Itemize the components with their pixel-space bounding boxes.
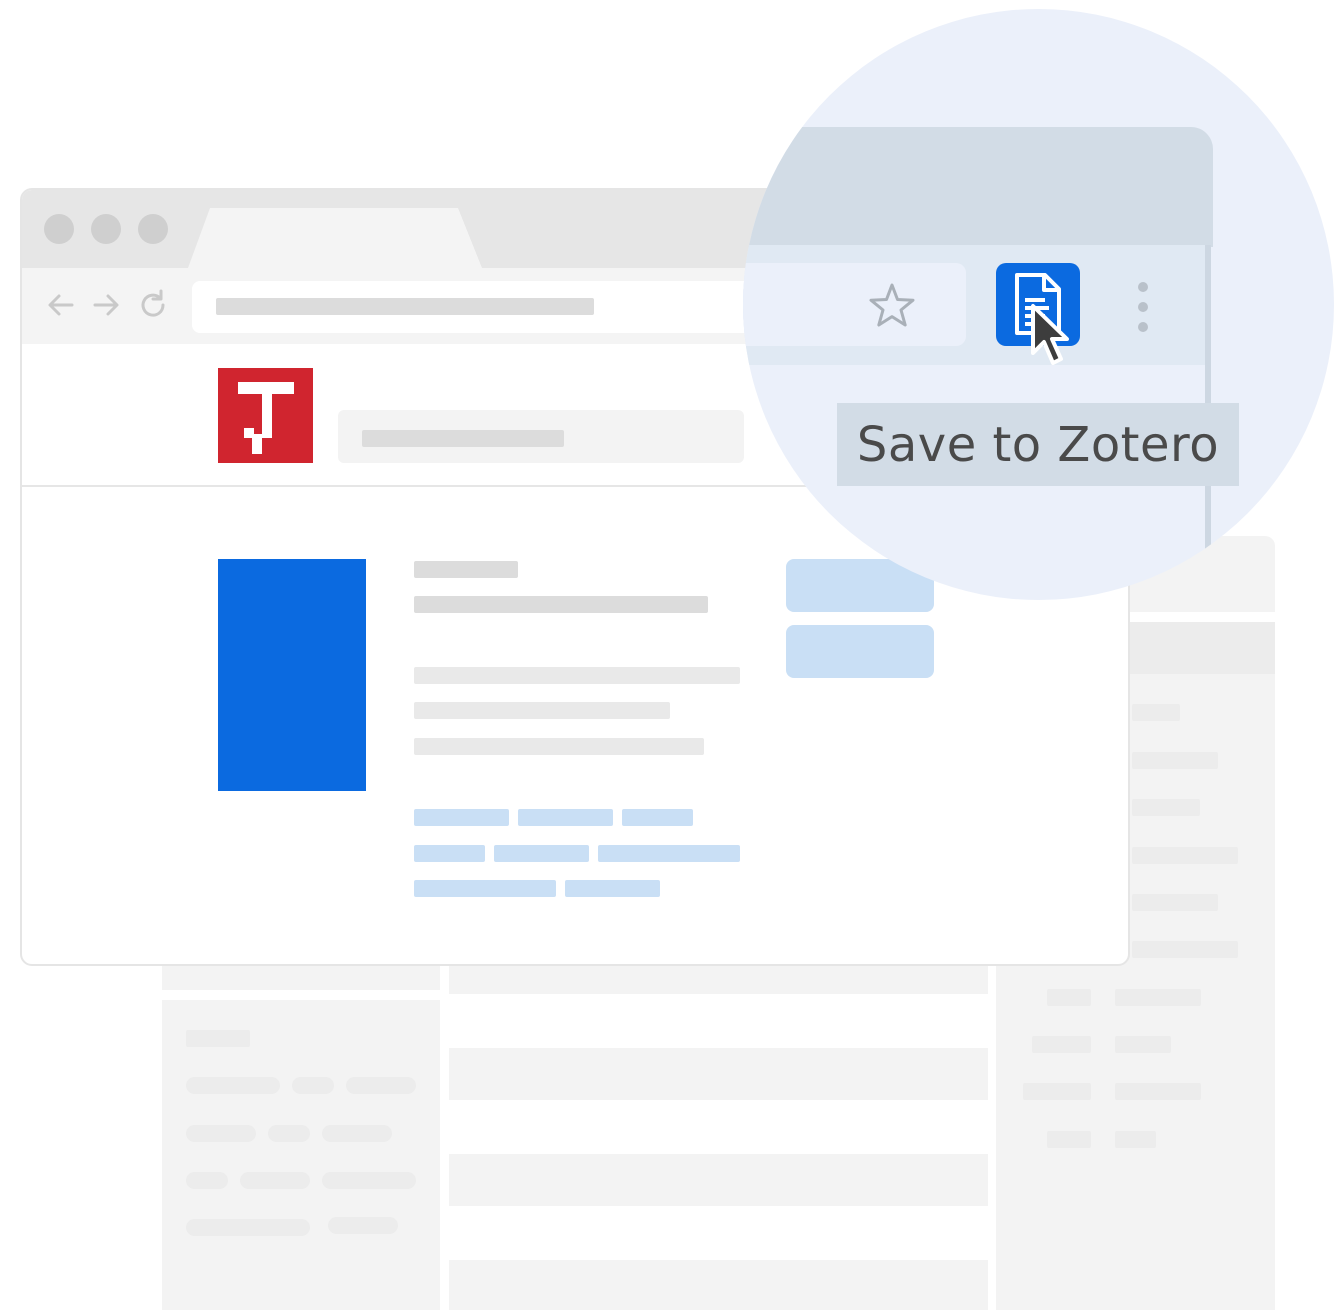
item-row [449, 1260, 988, 1310]
mouse-cursor-icon [1031, 304, 1069, 365]
search-placeholder-line [362, 430, 564, 447]
keyword-link[interactable] [414, 880, 556, 897]
magnifier-callout: Save to Zotero [743, 9, 1334, 600]
field-value [1132, 752, 1218, 769]
field-label [1023, 1083, 1091, 1100]
field-value [1115, 989, 1201, 1006]
browser-tab[interactable] [188, 208, 482, 268]
journal-logo[interactable] [218, 368, 313, 463]
field-value [1115, 1083, 1201, 1100]
keyword-link[interactable] [414, 809, 509, 826]
field-value [1115, 1036, 1171, 1053]
field-value [1132, 847, 1238, 864]
tag-pill [322, 1172, 416, 1189]
tag-pill [186, 1219, 310, 1236]
article-meta-line [414, 561, 518, 578]
article-action-button[interactable] [786, 625, 934, 678]
tag-pill [186, 1077, 280, 1094]
abstract-line [414, 667, 740, 684]
keyword-link[interactable] [622, 809, 693, 826]
item-row [449, 1154, 988, 1206]
keyword-link[interactable] [598, 845, 740, 862]
site-search-input[interactable] [338, 410, 744, 463]
article-title-line [414, 596, 708, 613]
tag-pill [328, 1217, 398, 1234]
field-value [1132, 704, 1180, 721]
field-label [1047, 1131, 1091, 1148]
field-label [1032, 1036, 1091, 1053]
window-close-button[interactable] [44, 214, 74, 244]
tag-pill [292, 1077, 334, 1094]
keyword-link[interactable] [494, 845, 589, 862]
zoomed-titlebar [743, 127, 1213, 247]
tag-pill [186, 1125, 256, 1142]
abstract-line [414, 702, 670, 719]
item-row [449, 1048, 988, 1100]
kebab-menu-icon[interactable] [1133, 279, 1153, 335]
zoomed-address-bar[interactable] [743, 263, 966, 346]
save-to-zotero-tooltip: Save to Zotero [837, 403, 1239, 486]
tag-pill [268, 1125, 310, 1142]
abstract-line [414, 738, 704, 755]
tag-pill [240, 1172, 310, 1189]
field-value [1115, 1131, 1156, 1148]
forward-arrow-icon[interactable] [89, 288, 123, 322]
reload-icon[interactable] [136, 288, 170, 322]
article-cover-image[interactable] [218, 559, 366, 791]
field-label [1047, 989, 1091, 1006]
field-value [1132, 894, 1218, 911]
tag-label [186, 1030, 250, 1047]
tag-pill [186, 1172, 228, 1189]
back-arrow-icon[interactable] [44, 288, 78, 322]
star-icon[interactable] [867, 281, 917, 331]
pane-divider [162, 990, 440, 1000]
field-value [1132, 799, 1200, 816]
field-value [1132, 941, 1238, 958]
window-minimize-button[interactable] [91, 214, 121, 244]
keyword-link[interactable] [414, 845, 485, 862]
tag-pill [322, 1125, 392, 1142]
keyword-link[interactable] [518, 809, 613, 826]
keyword-link[interactable] [565, 880, 660, 897]
url-placeholder-line [216, 298, 594, 315]
tag-pill [346, 1077, 416, 1094]
window-maximize-button[interactable] [138, 214, 168, 244]
